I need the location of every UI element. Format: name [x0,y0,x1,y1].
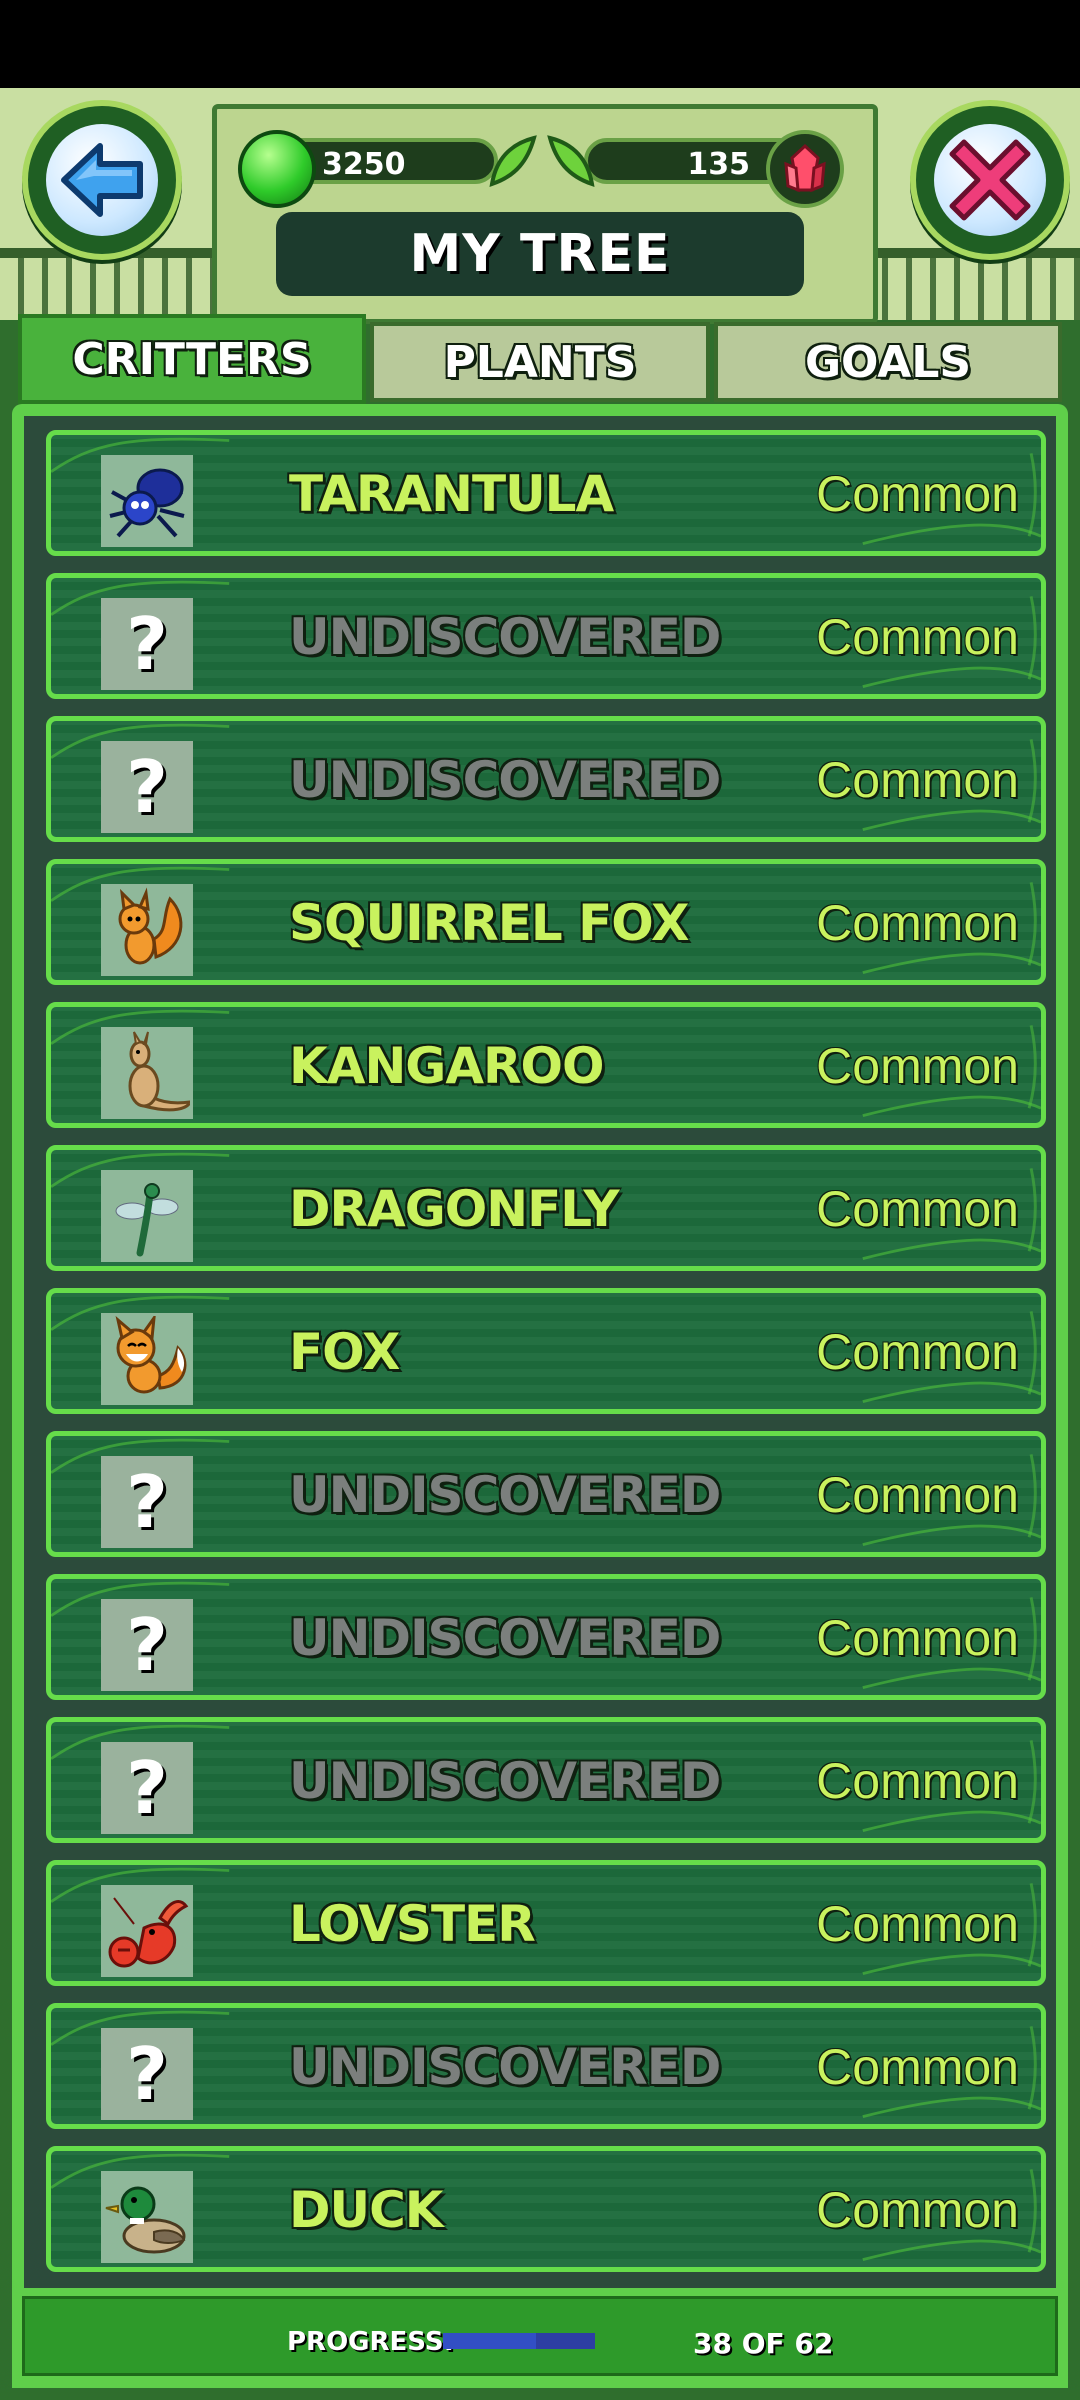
critter-name: FOX [289,1323,400,1381]
question-mark-icon: ? [101,741,193,833]
progress-count: 38 OF 62 [693,2327,834,2360]
critter-name: UNDISCOVERED [289,1609,721,1667]
red-crystal-icon [766,130,844,208]
critter-rarity: Common [816,2182,1019,2238]
question-mark-icon: ? [101,1599,193,1691]
fox-icon [101,1313,193,1405]
critter-name: UNDISCOVERED [289,2038,721,2096]
squirrel-fox-icon [101,884,193,976]
close-x-icon [934,124,1046,236]
critter-row[interactable]: TARANTULA Common [46,430,1046,556]
footer: PROGRESS: 38 OF 62 [12,2288,1068,2388]
critter-name: DRAGONFLY [289,1180,620,1238]
critter-rarity: Common [816,1181,1019,1237]
question-mark-glyph: ? [126,1746,168,1830]
critter-name: UNDISCOVERED [289,608,721,666]
progress-label: PROGRESS: [287,2327,454,2357]
question-mark-glyph: ? [126,745,168,829]
critter-row[interactable]: KANGAROO Common [46,1002,1046,1128]
lobster-icon [101,1885,193,1977]
tab-goals-label: GOALS [804,336,972,388]
critter-rarity: Common [816,1610,1019,1666]
green-gem-icon [238,130,316,208]
dragonfly-icon [101,1170,193,1262]
critter-list-panel: TARANTULA Common? UNDISCOVERED Common? UNDIS… [12,404,1068,2344]
tab-plants-label: PLANTS [443,336,637,388]
status-bar [0,0,1080,88]
leaf-ornament-icon [547,135,595,187]
tab-critters-label: CRITTERS [72,333,312,385]
critter-rarity: Common [816,1324,1019,1380]
critter-name: LOVSTER [289,1895,536,1953]
critter-row[interactable]: ? UNDISCOVERED Common [46,716,1046,842]
critter-name: UNDISCOVERED [289,751,721,809]
critter-row[interactable]: LOVSTER Common [46,1860,1046,1986]
tab-plants[interactable]: PLANTS [370,322,710,402]
page-title-box: MY TREE [276,212,804,296]
tab-bar: CRITTERS PLANTS GOALS [18,314,1062,404]
critter-rarity: Common [816,1753,1019,1809]
currency-bar: 3250 135 [238,130,844,208]
critter-row[interactable]: ? UNDISCOVERED Common [46,1431,1046,1557]
header: 3250 135 MY TREE [0,88,1080,324]
question-mark-glyph: ? [126,1603,168,1687]
question-mark-glyph: ? [126,2032,168,2116]
question-mark-glyph: ? [126,602,168,686]
question-mark-icon: ? [101,1456,193,1548]
critter-row[interactable]: DUCK Common [46,2146,1046,2272]
critter-rarity: Common [816,609,1019,665]
critter-rarity: Common [816,1896,1019,1952]
critter-name: DUCK [289,2181,444,2239]
critter-row[interactable]: ? UNDISCOVERED Common [46,2003,1046,2129]
critter-row[interactable]: DRAGONFLY Common [46,1145,1046,1271]
critter-row[interactable]: ? UNDISCOVERED Common [46,1574,1046,1700]
duck-icon [101,2171,193,2263]
page-title: MY TREE [409,224,671,284]
critter-name: UNDISCOVERED [289,1752,721,1810]
critter-name: SQUIRREL FOX [289,894,690,952]
green-gem-count: 3250 [322,147,406,182]
kangaroo-icon [101,1027,193,1119]
critter-name: KANGAROO [289,1037,605,1095]
critter-name: TARANTULA [289,465,614,523]
question-mark-icon: ? [101,2028,193,2120]
tab-critters[interactable]: CRITTERS [18,314,366,404]
progress-fill [443,2333,537,2349]
question-mark-glyph: ? [126,1460,168,1544]
question-mark-icon: ? [101,598,193,690]
critter-row[interactable]: ? UNDISCOVERED Common [46,1717,1046,1843]
progress-bar-panel: PROGRESS: 38 OF 62 [22,2296,1058,2376]
critter-row[interactable]: ? UNDISCOVERED Common [46,573,1046,699]
back-button[interactable] [22,100,182,260]
critter-row[interactable]: SQUIRREL FOX Common [46,859,1046,985]
game-screen: 3250 135 MY TREE CRITTERS PLANTS GOALS T… [0,88,1080,2400]
critter-rarity: Common [816,1467,1019,1523]
critter-list[interactable]: TARANTULA Common? UNDISCOVERED Common? UNDIS… [24,416,1056,2296]
critter-name: UNDISCOVERED [289,1466,721,1524]
critter-rarity: Common [816,466,1019,522]
critter-rarity: Common [816,752,1019,808]
red-gem-count: 135 [687,147,750,182]
critter-row[interactable]: FOX Common [46,1288,1046,1414]
critter-rarity: Common [816,1038,1019,1094]
tarantula-icon [101,455,193,547]
leaf-ornament-icon [489,135,537,187]
progress-track [443,2333,595,2349]
back-arrow-icon [46,124,158,236]
critter-rarity: Common [816,895,1019,951]
close-button[interactable] [910,100,1070,260]
question-mark-icon: ? [101,1742,193,1834]
critter-rarity: Common [816,2039,1019,2095]
tab-goals[interactable]: GOALS [714,322,1062,402]
